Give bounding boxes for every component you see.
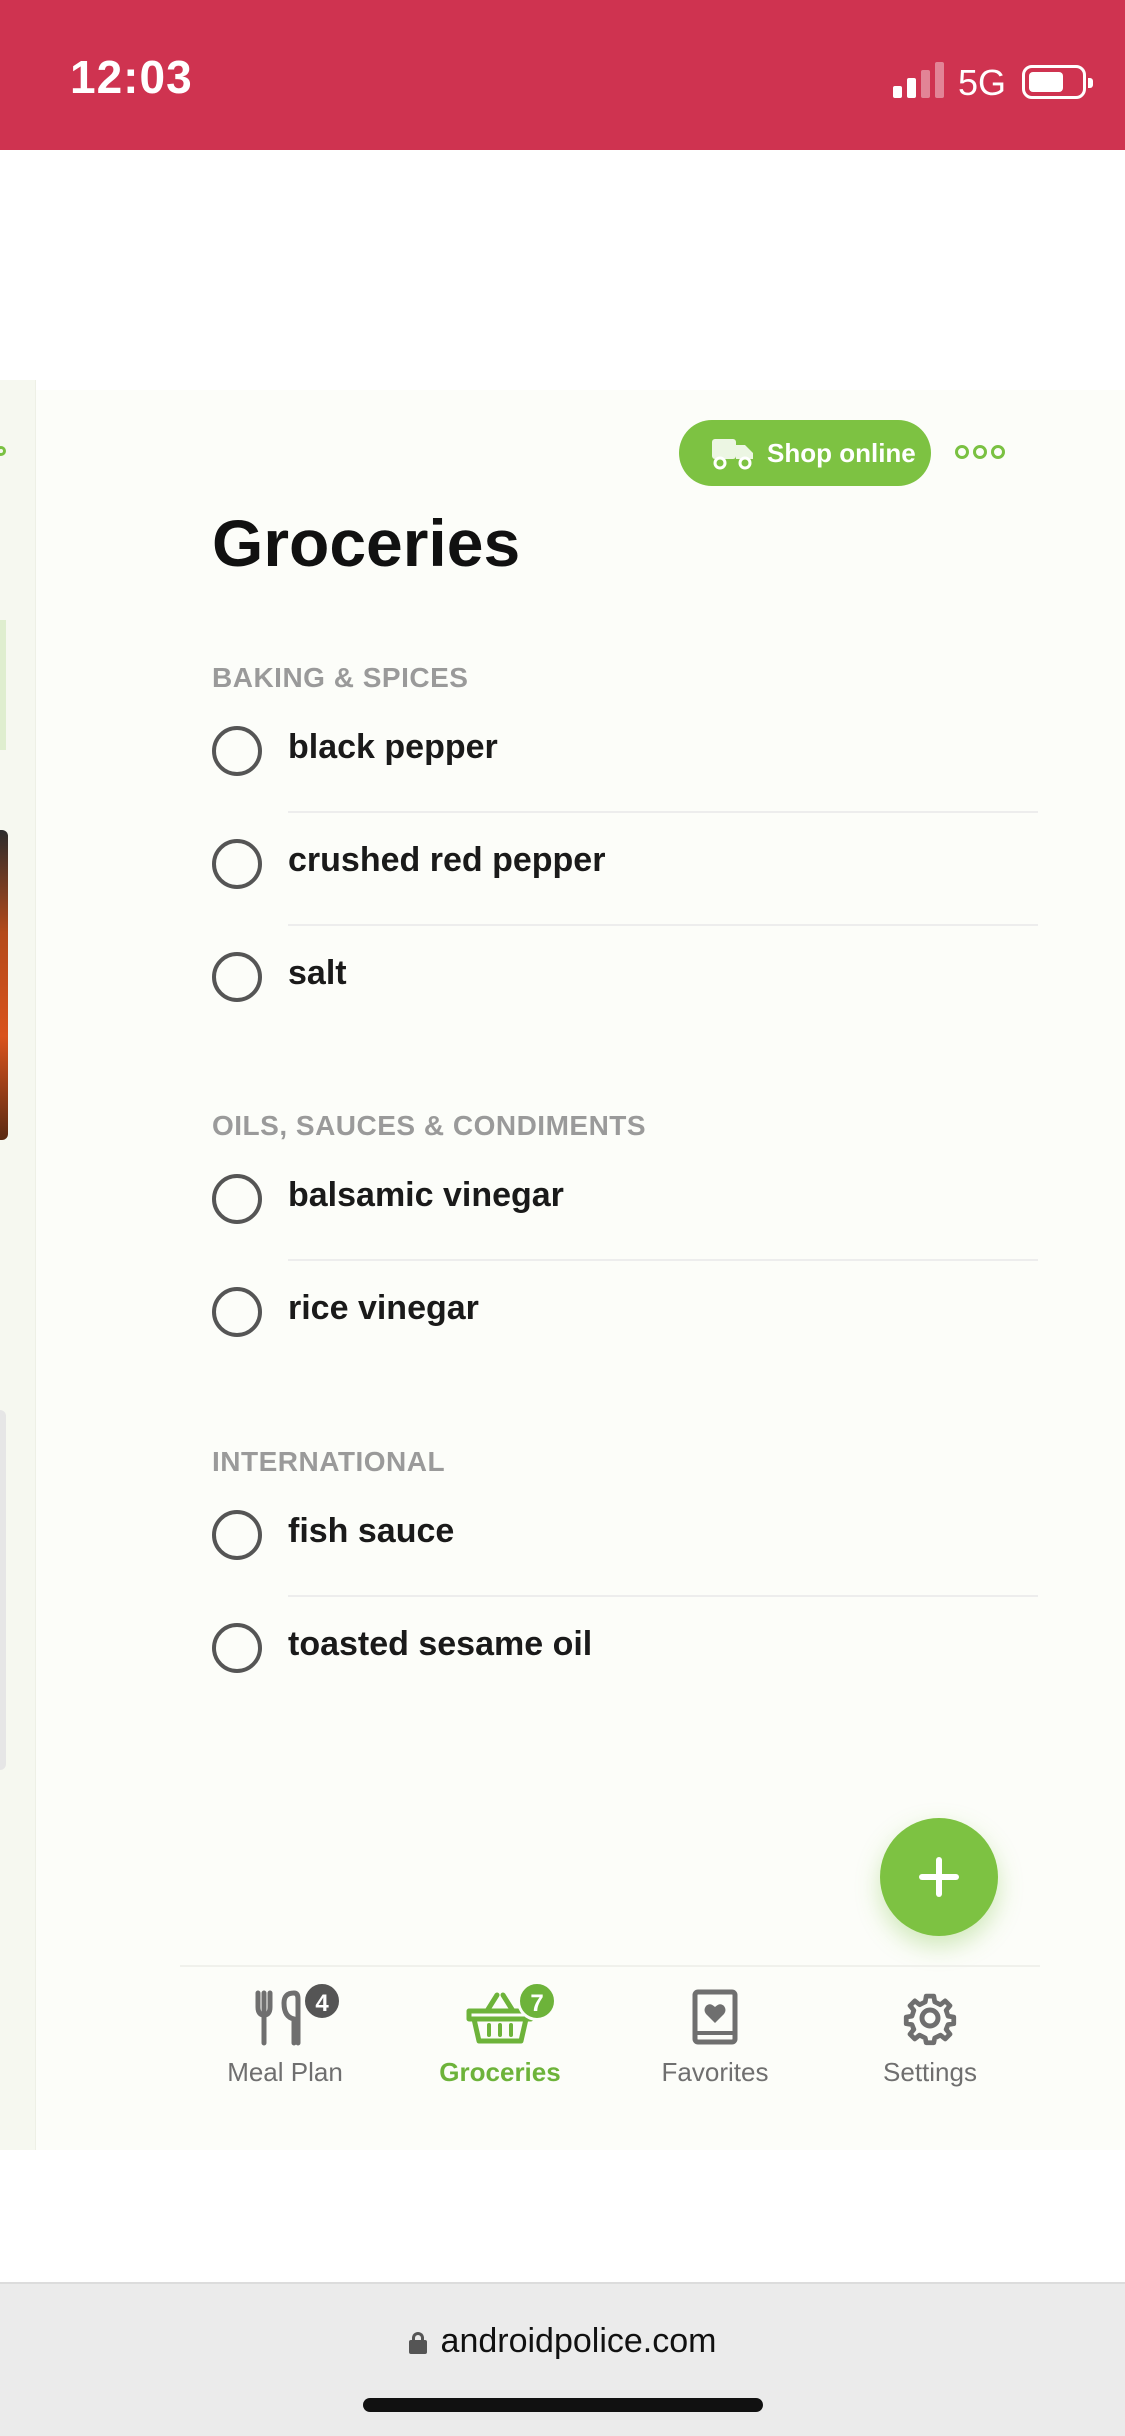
signal-icon bbox=[893, 62, 945, 98]
nav-settings[interactable]: Settings bbox=[840, 1989, 1020, 2088]
browser-address-bar[interactable]: androidpolice.com bbox=[0, 2282, 1125, 2436]
list-item[interactable]: fish sauce bbox=[212, 1484, 1038, 1597]
previous-card-panel bbox=[0, 1410, 6, 1770]
truck-icon bbox=[712, 439, 753, 470]
nav-favorites[interactable]: Favorites bbox=[625, 1989, 805, 2088]
groceries-badge: 7 bbox=[517, 1981, 557, 2021]
more-options-button[interactable] bbox=[955, 442, 1005, 462]
item-name: salt bbox=[288, 954, 347, 992]
gear-icon bbox=[903, 1993, 957, 2046]
item-name: crushed red pepper bbox=[288, 841, 606, 879]
nav-label: Meal Plan bbox=[227, 2057, 343, 2087]
item-name: black pepper bbox=[288, 728, 498, 766]
section-international: INTERNATIONAL fish sauce toasted sesame … bbox=[212, 1440, 1038, 1710]
list-item[interactable]: salt bbox=[212, 926, 1038, 1039]
item-name: rice vinegar bbox=[288, 1289, 479, 1327]
bottom-nav: 4 Meal Plan 7 Groceries Favorites Settin… bbox=[180, 1965, 1040, 2105]
meal-plan-badge: 4 bbox=[302, 1981, 342, 2021]
page-title: Groceries bbox=[212, 506, 521, 580]
checkbox[interactable] bbox=[212, 726, 262, 776]
checkbox[interactable] bbox=[212, 1174, 262, 1224]
section-title: BAKING & SPICES bbox=[212, 662, 469, 693]
home-indicator[interactable] bbox=[363, 2398, 763, 2412]
nav-label: Groceries bbox=[439, 2057, 561, 2087]
list-item[interactable]: toasted sesame oil bbox=[212, 1597, 1038, 1710]
item-name: balsamic vinegar bbox=[288, 1176, 564, 1214]
add-item-button[interactable] bbox=[880, 1818, 998, 1936]
lock-icon bbox=[408, 2332, 427, 2354]
list-item[interactable]: rice vinegar bbox=[212, 1261, 1038, 1374]
list-item[interactable]: crushed red pepper bbox=[212, 813, 1038, 926]
url-display[interactable]: androidpolice.com bbox=[0, 2322, 1125, 2361]
section-oils-sauces: OILS, SAUCES & CONDIMENTS balsamic vineg… bbox=[212, 1104, 1038, 1374]
shop-online-label: Shop online bbox=[767, 437, 916, 468]
checkbox[interactable] bbox=[212, 1510, 262, 1560]
nav-groceries[interactable]: 7 Groceries bbox=[410, 1981, 590, 2088]
more-icon bbox=[955, 445, 969, 459]
list-item[interactable]: balsamic vinegar bbox=[212, 1148, 1038, 1261]
status-time: 12:03 bbox=[70, 51, 193, 103]
battery-icon bbox=[1022, 65, 1093, 99]
section-title: OILS, SAUCES & CONDIMENTS bbox=[212, 1110, 647, 1141]
nav-meal-plan[interactable]: 4 Meal Plan bbox=[195, 1981, 375, 2088]
bookmark-heart-icon bbox=[692, 1989, 738, 2045]
item-name: fish sauce bbox=[288, 1512, 455, 1550]
checkbox[interactable] bbox=[212, 839, 262, 889]
checkbox[interactable] bbox=[212, 952, 262, 1002]
section-title: INTERNATIONAL bbox=[212, 1446, 446, 1477]
section-baking-spices: BAKING & SPICES black pepper crushed red… bbox=[212, 656, 1038, 1039]
checkbox[interactable] bbox=[212, 1623, 262, 1673]
shop-online-button[interactable]: Shop online bbox=[679, 420, 931, 486]
nav-label: Settings bbox=[883, 2057, 977, 2087]
network-type: 5G bbox=[958, 62, 1007, 103]
previous-card-highlight bbox=[0, 620, 6, 750]
checkbox[interactable] bbox=[212, 1287, 262, 1337]
item-name: toasted sesame oil bbox=[288, 1625, 593, 1663]
nav-label: Favorites bbox=[661, 2057, 769, 2087]
previous-card-photo bbox=[0, 830, 8, 1140]
status-bar: 12:03 5G bbox=[0, 0, 1125, 150]
url-text: androidpolice.com bbox=[440, 2322, 717, 2360]
list-item[interactable]: black pepper bbox=[212, 700, 1038, 813]
